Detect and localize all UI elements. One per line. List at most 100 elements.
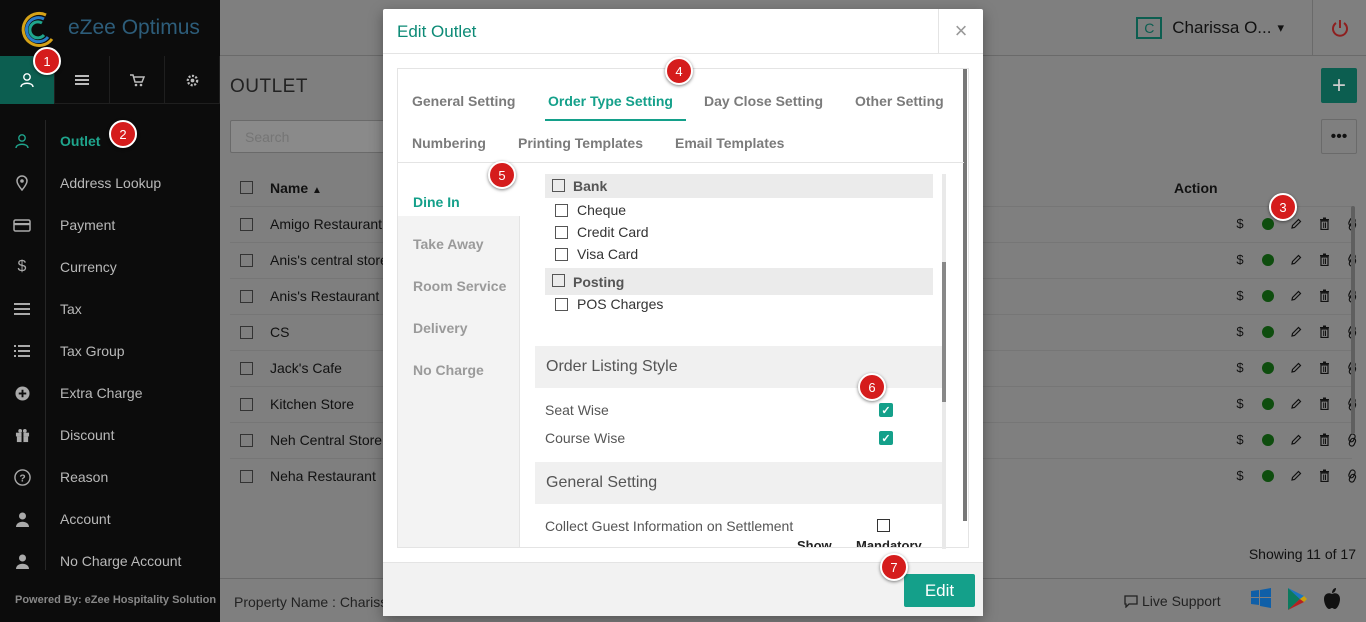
page-title: OUTLET: [230, 76, 308, 97]
user-menu[interactable]: C Charissa O... ▾: [1136, 17, 1284, 39]
status-active-icon[interactable]: [1262, 289, 1274, 302]
close-button[interactable]: ×: [938, 9, 983, 53]
currency-icon[interactable]: $: [1226, 288, 1254, 303]
delete-trash-icon[interactable]: [1310, 253, 1338, 266]
currency-icon[interactable]: $: [1226, 360, 1254, 375]
outlet-name: Anis's central store: [270, 252, 388, 268]
status-active-icon[interactable]: [1262, 325, 1274, 338]
search-input[interactable]: [230, 120, 390, 153]
collect-guest-info-checkbox[interactable]: [877, 519, 890, 532]
svg-text:?: ?: [19, 473, 25, 484]
delete-trash-icon[interactable]: [1310, 397, 1338, 410]
map-pin-icon: [0, 175, 44, 191]
row-checkbox[interactable]: [240, 470, 253, 483]
edit-pencil-icon[interactable]: [1282, 326, 1310, 338]
row-checkbox[interactable]: [240, 362, 253, 375]
group-posting-checkbox[interactable]: [552, 274, 565, 287]
row-checkbox[interactable]: [240, 290, 253, 303]
delete-trash-icon[interactable]: [1310, 289, 1338, 302]
edit-pencil-icon[interactable]: [1282, 254, 1310, 266]
sidebar: eZee Optimus Outlet Address Lookup Payme…: [0, 0, 220, 622]
select-all-checkbox[interactable]: [240, 181, 253, 194]
sidebar-item-tax[interactable]: Tax: [0, 288, 220, 330]
delete-trash-icon[interactable]: [1310, 325, 1338, 338]
order-type-room-service[interactable]: Room Service: [413, 278, 506, 294]
sidebar-item-tax-group[interactable]: Tax Group: [0, 330, 220, 372]
row-checkbox[interactable]: [240, 254, 253, 267]
sidebar-item-payment[interactable]: Payment: [0, 204, 220, 246]
google-play-icon[interactable]: [1286, 587, 1308, 611]
link-icon[interactable]: [1338, 468, 1366, 483]
option-checkbox[interactable]: [555, 298, 568, 311]
content-scrollbar[interactable]: [942, 174, 946, 549]
tab-day-close-setting[interactable]: Day Close Setting: [704, 93, 823, 109]
edit-pencil-icon[interactable]: [1282, 470, 1310, 482]
link-icon[interactable]: [1338, 432, 1366, 447]
status-active-icon[interactable]: [1262, 253, 1274, 266]
list-icon[interactable]: [55, 56, 110, 104]
app-store-links: [1250, 587, 1342, 611]
option-checkbox[interactable]: [555, 248, 568, 261]
order-type-dine-in[interactable]: Dine In: [413, 194, 460, 210]
status-active-icon[interactable]: [1262, 433, 1274, 446]
sidebar-item-account[interactable]: Account: [0, 498, 220, 540]
row-checkbox[interactable]: [240, 326, 253, 339]
group-label: Posting: [573, 274, 625, 290]
currency-icon[interactable]: $: [1226, 216, 1254, 231]
sidebar-item-extra-charge[interactable]: Extra Charge: [0, 372, 220, 414]
edit-button[interactable]: Edit: [904, 574, 975, 607]
apple-icon[interactable]: [1322, 587, 1342, 611]
row-checkbox[interactable]: [240, 398, 253, 411]
status-active-icon[interactable]: [1262, 361, 1274, 374]
currency-icon[interactable]: $: [1226, 252, 1254, 267]
currency-icon[interactable]: $: [1226, 396, 1254, 411]
table-scrollbar[interactable]: [1351, 206, 1355, 434]
group-bank-checkbox[interactable]: [552, 179, 565, 192]
power-button[interactable]: [1312, 0, 1366, 56]
tab-printing-templates[interactable]: Printing Templates: [518, 135, 643, 151]
scrollbar-thumb[interactable]: [942, 262, 946, 402]
tab-other-setting[interactable]: Other Setting: [855, 93, 944, 109]
currency-icon[interactable]: $: [1226, 432, 1254, 447]
status-active-icon[interactable]: [1262, 469, 1274, 482]
live-support-label: Live Support: [1142, 593, 1221, 609]
tab-numbering[interactable]: Numbering: [412, 135, 486, 151]
seat-wise-checkbox[interactable]: ✓: [879, 403, 893, 417]
tab-email-templates[interactable]: Email Templates: [675, 135, 784, 151]
question-icon: ?: [0, 468, 44, 486]
gear-icon[interactable]: [165, 56, 220, 104]
sidebar-item-no-charge-account[interactable]: No Charge Account: [0, 540, 220, 582]
cart-icon[interactable]: [110, 56, 165, 104]
order-type-no-charge[interactable]: No Charge: [413, 362, 484, 378]
sidebar-item-currency[interactable]: $ Currency: [0, 246, 220, 288]
delete-trash-icon[interactable]: [1310, 217, 1338, 230]
column-name-header[interactable]: Name ▲: [270, 180, 322, 196]
live-support-link[interactable]: Live Support: [1124, 593, 1221, 609]
option-checkbox[interactable]: [555, 204, 568, 217]
order-type-take-away[interactable]: Take Away: [413, 236, 484, 252]
status-active-icon[interactable]: [1262, 397, 1274, 410]
order-type-delivery[interactable]: Delivery: [413, 320, 467, 336]
edit-pencil-icon[interactable]: [1282, 434, 1310, 446]
delete-trash-icon[interactable]: [1310, 361, 1338, 374]
edit-pencil-icon[interactable]: [1282, 398, 1310, 410]
currency-icon[interactable]: $: [1226, 324, 1254, 339]
edit-pencil-icon[interactable]: [1282, 362, 1310, 374]
course-wise-checkbox[interactable]: ✓: [879, 431, 893, 445]
currency-icon[interactable]: $: [1226, 468, 1254, 483]
add-outlet-button[interactable]: +: [1321, 68, 1357, 103]
status-active-icon[interactable]: [1262, 217, 1274, 230]
edit-pencil-icon[interactable]: [1282, 290, 1310, 302]
sidebar-item-reason[interactable]: ? Reason: [0, 456, 220, 498]
delete-trash-icon[interactable]: [1310, 469, 1338, 482]
row-checkbox[interactable]: [240, 434, 253, 447]
tab-order-type-setting[interactable]: Order Type Setting: [548, 93, 673, 109]
sidebar-item-discount[interactable]: Discount: [0, 414, 220, 456]
windows-icon[interactable]: [1250, 587, 1272, 609]
more-options-button[interactable]: •••: [1321, 119, 1357, 154]
sidebar-item-address-lookup[interactable]: Address Lookup: [0, 162, 220, 204]
option-checkbox[interactable]: [555, 226, 568, 239]
row-checkbox[interactable]: [240, 218, 253, 231]
delete-trash-icon[interactable]: [1310, 433, 1338, 446]
tab-general-setting[interactable]: General Setting: [412, 93, 515, 109]
